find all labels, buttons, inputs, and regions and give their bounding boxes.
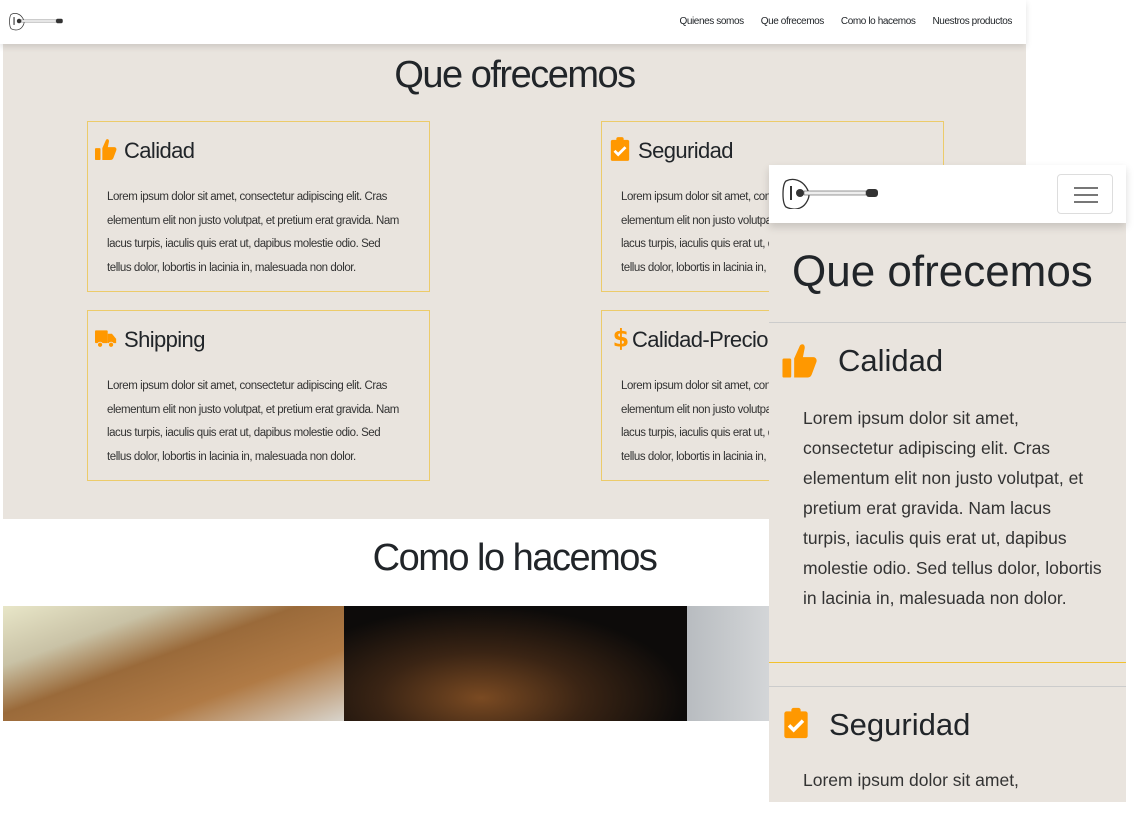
photo-workshop bbox=[3, 606, 344, 721]
card-title: Calidad bbox=[838, 343, 944, 378]
hamburger-menu-button[interactable] bbox=[1057, 174, 1113, 214]
feature-card: Calidad Lorem ipsum dolor sit amet, cons… bbox=[769, 323, 1126, 663]
nav-link-que-ofrecemos[interactable]: Que ofrecemos bbox=[761, 16, 825, 27]
truck-icon bbox=[95, 325, 117, 351]
guitar-logo[interactable] bbox=[9, 9, 65, 33]
clipboard-check-icon bbox=[782, 705, 810, 741]
photo-third bbox=[687, 606, 777, 721]
section-title: Que ofrecemos bbox=[769, 223, 1126, 323]
mobile-navbar bbox=[769, 165, 1126, 223]
card-text: Lorem ipsum dolor sit amet, bbox=[803, 770, 1019, 790]
nav-link-nuestros-productos[interactable]: Nuestros productos bbox=[932, 16, 1012, 27]
clipboard-check-icon bbox=[609, 136, 631, 162]
card-text: Lorem ipsum dolor sit amet, consectetur … bbox=[803, 408, 1102, 608]
card-text: Lorem ipsum dolor sit amet, consectetur … bbox=[107, 191, 399, 274]
card-text: Lorem ipsum dolor sit amet, consectetur … bbox=[107, 380, 399, 463]
nav-link-como-lo-hacemos[interactable]: Como lo hacemos bbox=[841, 16, 916, 27]
card-title: Seguridad bbox=[829, 707, 971, 742]
guitar-logo[interactable] bbox=[782, 177, 882, 209]
card-title: Shipping bbox=[124, 327, 205, 352]
feature-card: Shipping Lorem ipsum dolor sit amet, con… bbox=[87, 310, 430, 481]
navbar: Quienes somos Que ofrecemos Como lo hace… bbox=[0, 0, 1026, 44]
card-title: Calidad bbox=[124, 138, 195, 163]
thumbs-up-icon bbox=[782, 341, 818, 379]
thumbs-up-icon bbox=[95, 136, 117, 162]
nav-link-quienes-somos[interactable]: Quienes somos bbox=[679, 16, 744, 27]
feature-card: Calidad Lorem ipsum dolor sit amet, cons… bbox=[87, 121, 430, 292]
photo-guitar-player bbox=[344, 606, 687, 721]
mobile-view: Que ofrecemos Calidad Lorem ipsum dolor … bbox=[769, 165, 1126, 802]
section-title: Que ofrecemos bbox=[394, 54, 636, 96]
card-title: Calidad-Precio bbox=[632, 327, 768, 352]
card-title: Seguridad bbox=[638, 138, 734, 163]
feature-card: Seguridad Lorem ipsum dolor sit amet, bbox=[769, 687, 1126, 802]
dollar-icon bbox=[609, 325, 631, 351]
